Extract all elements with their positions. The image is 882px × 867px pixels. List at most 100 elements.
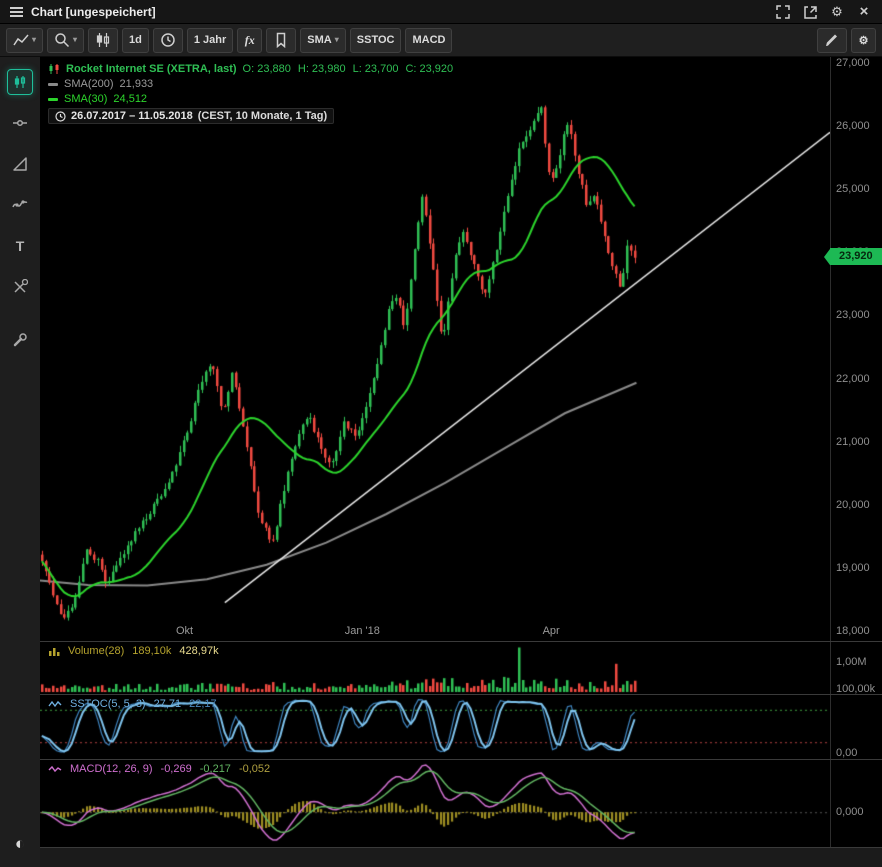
sma30-value: 24,512 [113, 93, 147, 105]
volume-label: Volume(28) [68, 645, 124, 657]
chart-toolbar: ▾ ▾ 1d 1 Jahr fx SMA ▾ SSTOC MACD ⚙ [0, 24, 882, 57]
sma200-legend-row[interactable]: SMA(200) 21,933 [48, 78, 460, 90]
fx-icon: fx [245, 33, 255, 48]
high-value: H: 23,980 [298, 63, 346, 75]
horizontal-line-tool[interactable] [7, 110, 33, 136]
candlestick-icon [48, 63, 60, 75]
clock-icon [55, 111, 66, 122]
x-tick-label: Okt [176, 625, 193, 637]
x-tick-label: Apr [543, 625, 560, 637]
instrument-name: Rocket Internet SE (XETRA, last) [66, 63, 237, 75]
titlebar-actions: ⚙ × [775, 4, 872, 20]
indicator-tool[interactable] [7, 192, 33, 218]
main-chart-legend: Rocket Internet SE (XETRA, last) O: 23,8… [48, 63, 460, 124]
sstoc-label: SSTOC(5, 5, 3) [70, 698, 146, 710]
volume-axis-label: 1,00M [836, 656, 867, 668]
macd-legend[interactable]: MACD(12, 26, 9) -0,269 -0,217 -0,052 [48, 763, 270, 775]
y-tick-label: 21,000 [836, 436, 870, 448]
text-tool-glyph: T [16, 238, 25, 254]
sstoc-panel: SSTOC(5, 5, 3) 27,71 22,17 0,00 [40, 694, 882, 759]
close-icon[interactable]: × [856, 4, 872, 20]
instrument-legend-row[interactable]: Rocket Internet SE (XETRA, last) O: 23,8… [48, 63, 460, 75]
sstoc-axis-label: 0,00 [836, 747, 857, 759]
range-button[interactable]: 1 Jahr [187, 28, 233, 53]
close-value: C: 23,920 [405, 63, 453, 75]
bottom-bar [40, 847, 882, 867]
main-chart-canvas[interactable] [40, 57, 830, 641]
sstoc-axis: 0,00 [830, 695, 882, 759]
chevron-down-icon: ▾ [335, 36, 339, 44]
open-value: O: 23,880 [243, 63, 291, 75]
sma200-swatch [48, 83, 58, 86]
tools-wrench[interactable] [7, 327, 33, 353]
macd-value-2: -0,217 [200, 763, 231, 775]
brush-button[interactable] [817, 28, 847, 53]
chart-panel-tool[interactable] [7, 69, 33, 95]
chevron-down-icon: ▾ [32, 36, 36, 44]
time-button[interactable] [153, 28, 183, 53]
sstoc-indicator-button[interactable]: SSTOC [350, 28, 402, 53]
macd-panel: MACD(12, 26, 9) -0,269 -0,217 -0,052 0,0… [40, 759, 882, 847]
sma200-value: 21,933 [120, 78, 154, 90]
sma-label: SMA [307, 34, 331, 46]
x-tick-label: Jan '18 [345, 625, 380, 637]
candle-style-button[interactable] [88, 28, 118, 53]
volume-bars-icon [48, 646, 60, 656]
drawing-tool[interactable] [7, 151, 33, 177]
y-tick-label: 22,000 [836, 373, 870, 385]
main-chart-panel: Rocket Internet SE (XETRA, last) O: 23,8… [40, 57, 882, 641]
date-range: 26.07.2017 – 11.05.2018 [71, 110, 193, 122]
last-price-value: 23,920 [839, 250, 873, 262]
volume-panel: Volume(28) 189,10k 428,97k 1,00M 100,00k [40, 641, 882, 694]
fx-button[interactable]: fx [237, 28, 262, 53]
sma-indicator-button[interactable]: SMA ▾ [300, 28, 345, 53]
sma30-swatch [48, 98, 58, 101]
low-value: L: 23,700 [353, 63, 399, 75]
volume-value-2: 428,97k [179, 645, 218, 657]
settings-gear-icon[interactable]: ⚙ [829, 4, 845, 20]
sstoc-legend[interactable]: SSTOC(5, 5, 3) 27,71 22,17 [48, 698, 217, 710]
chart-stack: Rocket Internet SE (XETRA, last) O: 23,8… [40, 57, 882, 867]
sstoc-line-icon [48, 700, 62, 708]
volume-legend[interactable]: Volume(28) 189,10k 428,97k [48, 645, 219, 657]
text-tool[interactable]: T [7, 233, 33, 259]
volume-axis: 1,00M 100,00k [830, 642, 882, 694]
y-tick-label: 20,000 [836, 499, 870, 511]
price-axis[interactable]: 27,00026,00025,00024,00023,00022,00021,0… [830, 57, 882, 641]
macd-label: MACD(12, 26, 9) [70, 763, 153, 775]
date-range-suffix: (CEST, 10 Monate, 1 Tag) [198, 110, 327, 122]
y-tick-label: 27,000 [836, 57, 870, 69]
macd-indicator-button[interactable]: MACD [405, 28, 452, 53]
y-tick-label: 23,000 [836, 309, 870, 321]
bookmark-button[interactable] [266, 28, 296, 53]
tool-sidebar: T ◐ [0, 57, 40, 867]
chart-settings-button[interactable]: ⚙ [851, 28, 876, 53]
y-tick-label: 18,000 [836, 625, 870, 637]
macd-axis-label: 0,000 [836, 806, 864, 818]
time-axis: Okt Jan '18 Apr [40, 625, 830, 639]
y-tick-label: 25,000 [836, 183, 870, 195]
macd-axis: 0,000 [830, 760, 882, 847]
macd-line-icon [48, 765, 62, 773]
sstoc-value-1: 27,71 [154, 698, 182, 710]
sma200-label: SMA(200) [64, 78, 114, 90]
interval-button[interactable]: 1d [122, 28, 149, 53]
gear-icon: ⚙ [859, 34, 869, 47]
y-tick-label: 26,000 [836, 120, 870, 132]
menu-icon[interactable] [10, 7, 23, 17]
popout-icon[interactable] [802, 4, 818, 20]
volume-value-1: 189,10k [132, 645, 171, 657]
zoom-button[interactable]: ▾ [47, 28, 84, 53]
chart-window: Chart [ungespeichert] ⚙ × ▾ ▾ 1d 1 [0, 0, 882, 867]
sma30-legend-row[interactable]: SMA(30) 24,512 [48, 93, 460, 105]
titlebar: Chart [ungespeichert] ⚙ × [0, 0, 882, 24]
window-title: Chart [ungespeichert] [31, 5, 156, 19]
chart-type-button[interactable]: ▾ [6, 28, 43, 53]
macd-value-1: -0,269 [161, 763, 192, 775]
sma30-label: SMA(30) [64, 93, 107, 105]
pattern-tool[interactable] [7, 274, 33, 300]
chevron-down-icon: ▾ [73, 36, 77, 44]
theme-toggle-icon[interactable]: ◐ [7, 831, 33, 857]
date-range-row: 26.07.2017 – 11.05.2018 (CEST, 10 Monate… [48, 108, 460, 124]
fullscreen-icon[interactable] [775, 4, 791, 20]
